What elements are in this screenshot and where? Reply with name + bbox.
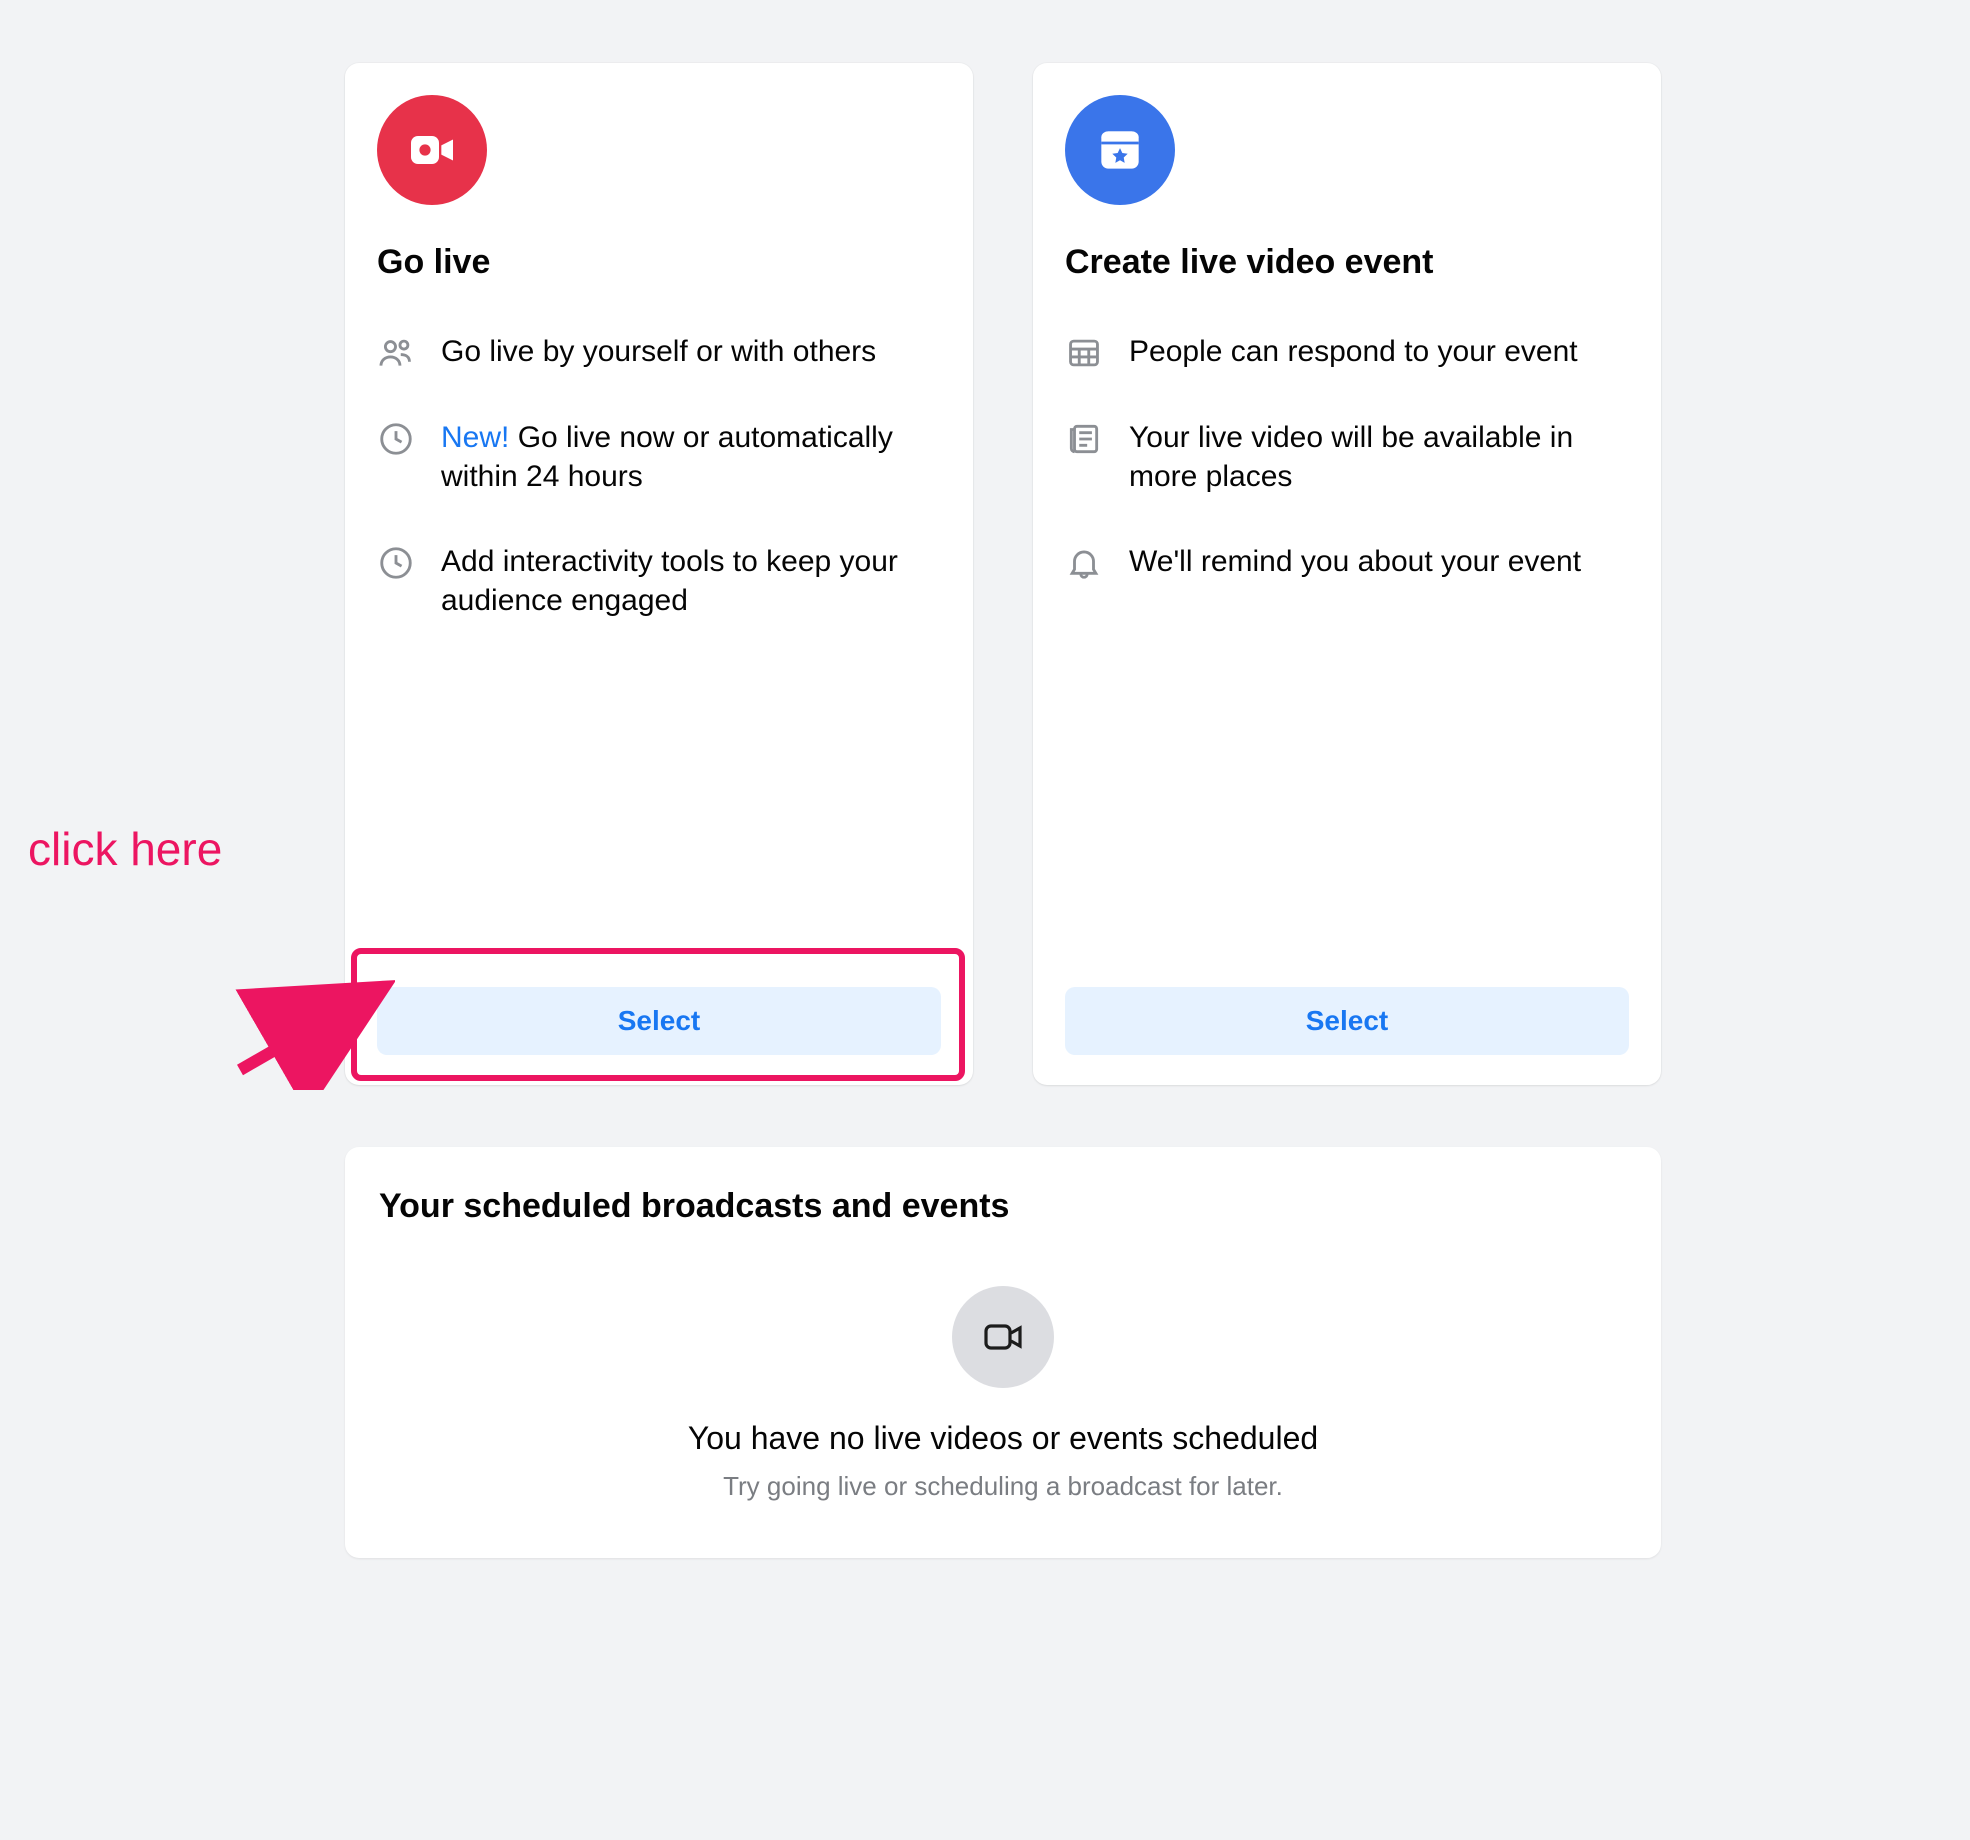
main-content: Go live Go live by yourself or with othe… (345, 63, 1661, 1558)
go-live-icon-circle (377, 95, 487, 205)
empty-state-title: You have no live videos or events schedu… (688, 1420, 1318, 1457)
video-camera-icon (404, 122, 460, 178)
create-event-select-button[interactable]: Select (1065, 987, 1629, 1055)
create-event-features: People can respond to your event Your li… (1065, 332, 1629, 987)
calendar-grid-icon (1065, 334, 1103, 372)
new-badge: New! (441, 421, 518, 454)
go-live-card: Go live Go live by yourself or with othe… (345, 63, 973, 1085)
feature-text: People can respond to your event (1129, 332, 1578, 371)
calendar-event-icon (1092, 122, 1148, 178)
create-event-icon-circle (1065, 95, 1175, 205)
feature-item: Go live by yourself or with others (377, 332, 941, 372)
go-live-select-button[interactable]: Select (377, 987, 941, 1055)
empty-state: You have no live videos or events schedu… (379, 1286, 1627, 1502)
annotation-click-here-label: click here (28, 822, 222, 876)
bell-icon (1065, 544, 1103, 582)
feature-item: We'll remind you about your event (1065, 542, 1629, 582)
feature-text: We'll remind you about your event (1129, 542, 1581, 581)
feature-item: People can respond to your event (1065, 332, 1629, 372)
empty-state-icon-circle (952, 1286, 1054, 1388)
people-icon (377, 334, 415, 372)
feature-item: Your live video will be available in mor… (1065, 418, 1629, 496)
create-event-card: Create live video event People can respo… (1033, 63, 1661, 1085)
option-cards-row: Go live Go live by yourself or with othe… (345, 63, 1661, 1085)
feature-text: New! Go live now or automatically within… (441, 418, 941, 496)
empty-state-subtitle: Try going live or scheduling a broadcast… (723, 1471, 1283, 1502)
feature-text: Your live video will be available in mor… (1129, 418, 1629, 496)
clock-icon (377, 544, 415, 582)
video-camera-outline-icon (979, 1313, 1027, 1361)
feature-text: Add interactivity tools to keep your aud… (441, 542, 941, 620)
scheduled-broadcasts-card: Your scheduled broadcasts and events You… (345, 1147, 1661, 1558)
feature-text: Go live by yourself or with others (441, 332, 876, 371)
scheduled-title: Your scheduled broadcasts and events (379, 1187, 1627, 1226)
go-live-features: Go live by yourself or with others New! … (377, 332, 941, 987)
clock-icon (377, 420, 415, 458)
create-event-title: Create live video event (1065, 243, 1629, 282)
feature-item: New! Go live now or automatically within… (377, 418, 941, 496)
newspaper-icon (1065, 420, 1103, 458)
go-live-title: Go live (377, 243, 941, 282)
feature-item: Add interactivity tools to keep your aud… (377, 542, 941, 620)
